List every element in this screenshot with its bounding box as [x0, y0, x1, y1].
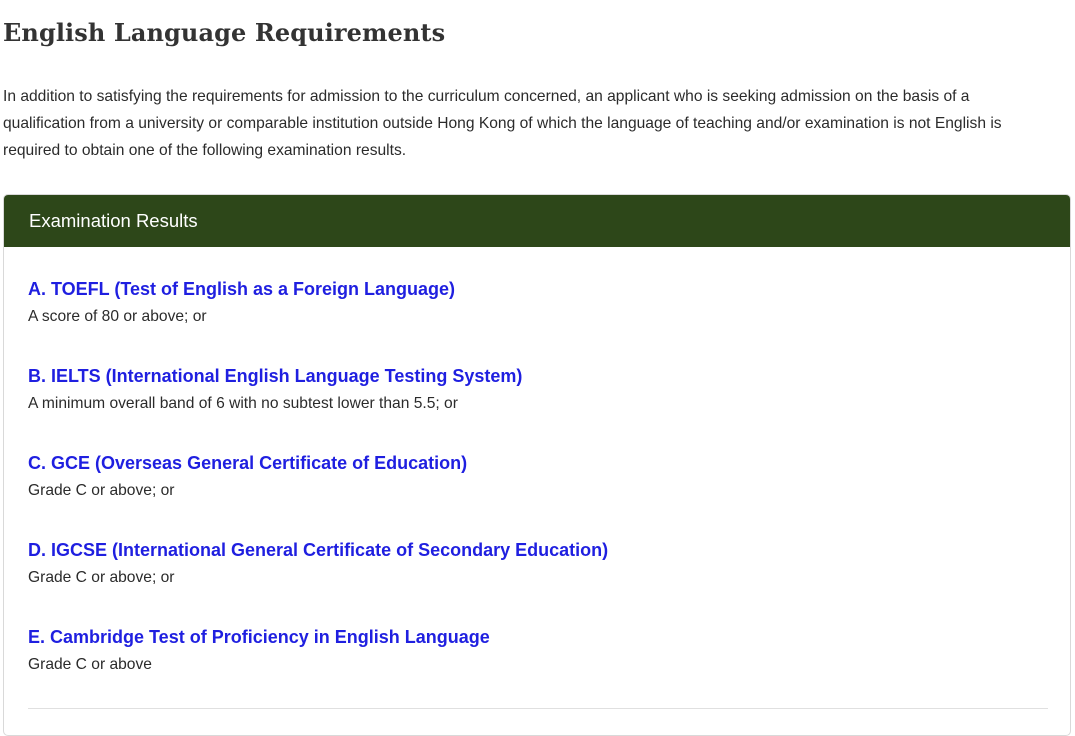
- panel-header: Examination Results: [4, 195, 1070, 247]
- gce-requirement: Grade C or above; or: [28, 482, 175, 499]
- ielts-requirement: A minimum overall band of 6 with no subt…: [28, 395, 458, 412]
- page-title: English Language Requirements: [3, 18, 446, 47]
- examination-results-panel: Examination Results A. TOEFL (Test of En…: [3, 194, 1071, 736]
- igcse-link[interactable]: D. IGCSE (International General Certific…: [28, 538, 1048, 562]
- list-item-gce: C. GCE (Overseas General Certificate of …: [28, 451, 1048, 538]
- ielts-link[interactable]: B. IELTS (International English Language…: [28, 364, 1048, 388]
- list-item-igcse: D. IGCSE (International General Certific…: [28, 538, 1048, 625]
- toefl-requirement: A score of 80 or above; or: [28, 308, 207, 325]
- cambridge-link[interactable]: E. Cambridge Test of Proficiency in Engl…: [28, 625, 1048, 649]
- divider: [28, 708, 1048, 709]
- list-item-cambridge: E. Cambridge Test of Proficiency in Engl…: [28, 625, 1048, 712]
- intro-paragraph: In addition to satisfying the requiremen…: [3, 88, 1002, 159]
- list-item-ielts: B. IELTS (International English Language…: [28, 364, 1048, 451]
- cambridge-requirement: Grade C or above: [28, 656, 152, 673]
- exam-list: A. TOEFL (Test of English as a Foreign L…: [28, 277, 1048, 712]
- toefl-link[interactable]: A. TOEFL (Test of English as a Foreign L…: [28, 277, 1048, 301]
- igcse-requirement: Grade C or above; or: [28, 569, 175, 586]
- list-item-toefl: A. TOEFL (Test of English as a Foreign L…: [28, 277, 1048, 364]
- gce-link[interactable]: C. GCE (Overseas General Certificate of …: [28, 451, 1048, 475]
